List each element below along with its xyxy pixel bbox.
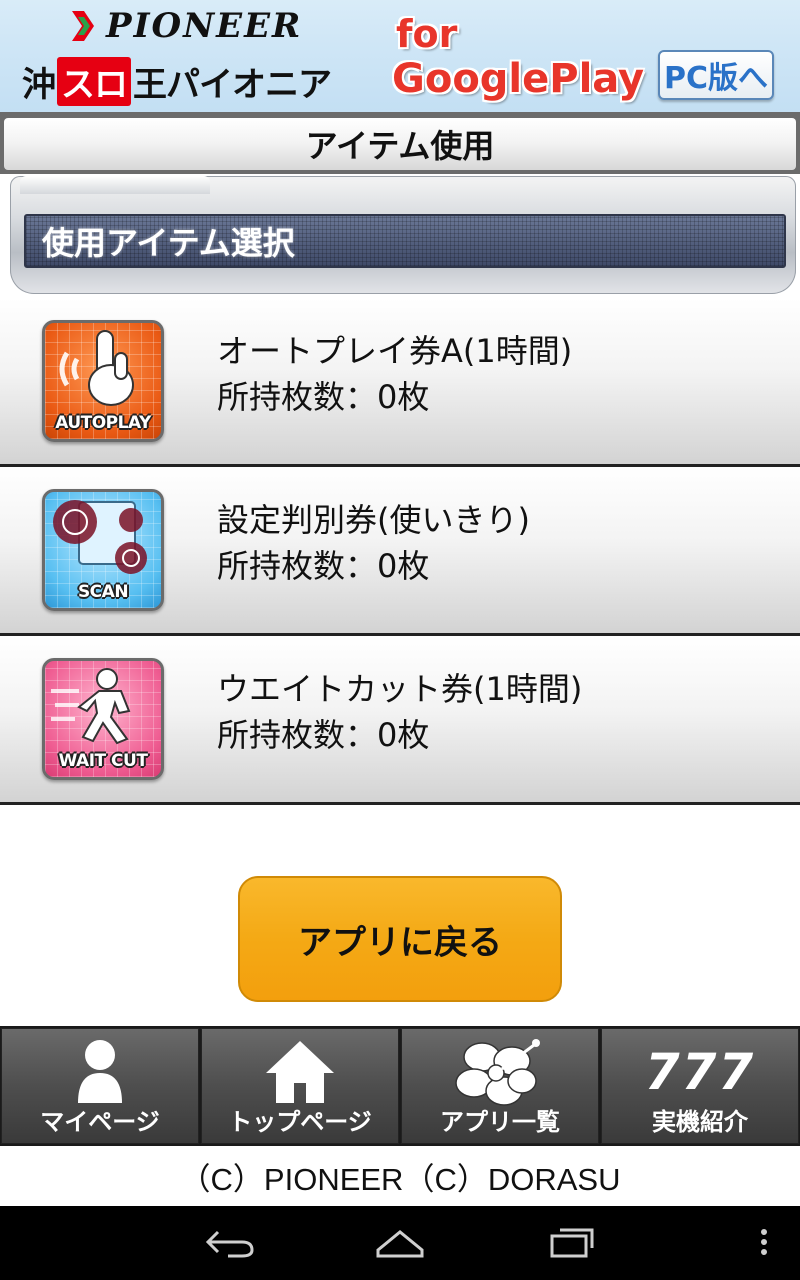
brand-name: 沖スロ 王パイオニア [22, 56, 332, 106]
seven-seven-seven-icon: 777 [645, 1043, 755, 1101]
svg-text:777: 777 [645, 1043, 755, 1101]
nav-item-toppage[interactable]: トップページ [201, 1028, 399, 1144]
nav-item-mypage[interactable]: マイページ [1, 1028, 199, 1144]
item-name: 設定判別券(使いきり) [217, 501, 530, 539]
nav-label: 実機紹介 [652, 1108, 748, 1136]
item-count: 所持枚数：0枚 [217, 378, 430, 416]
list-item[interactable]: AUTOPLAY オートプレイ券A(1時間) 所持枚数：0枚 [0, 298, 800, 467]
brand-name-part: 沖 [22, 64, 56, 105]
icon-caption: AUTOPLAY [55, 413, 151, 433]
nav-label: マイページ [40, 1108, 160, 1136]
wait-cut-icon: WAIT CUT [42, 658, 164, 780]
home-icon [266, 1041, 334, 1103]
section-title: 使用アイテム選択 [24, 214, 786, 268]
pioneer-mark-icon [72, 11, 94, 41]
app-header: PIONEER 沖スロ 王パイオニア for GooglePlay PC版へ [0, 0, 800, 112]
hibiscus-icon [455, 1039, 540, 1106]
brand-name-part-highlight: スロ [57, 56, 131, 106]
metal-panel: 使用アイテム選択 [10, 176, 796, 294]
icon-caption: SCAN [77, 582, 129, 602]
pc-version-button[interactable]: PC版へ [658, 50, 774, 100]
autoplay-icon: AUTOPLAY [42, 320, 164, 442]
menu-dots-icon[interactable] [756, 1226, 772, 1260]
title-bar: アイテム使用 [0, 112, 800, 174]
nav-item-machines[interactable]: 777 実機紹介 [601, 1028, 799, 1144]
scan-icon: SCAN [42, 489, 164, 611]
pioneer-logo: PIONEER [70, 6, 302, 46]
recent-apps-icon[interactable] [546, 1226, 598, 1260]
list-item[interactable]: SCAN 設定判別券(使いきり) 所持枚数：0枚 [0, 467, 800, 636]
list-item[interactable]: WAIT CUT ウエイトカット券(1時間) 所持枚数：0枚 [0, 636, 800, 805]
item-count: 所持枚数：0枚 [217, 547, 430, 585]
googleplay-text: GooglePlay [392, 56, 645, 102]
brand-name-part: 王パイオニア [133, 64, 332, 105]
pioneer-wordmark: PIONEER [106, 6, 303, 46]
for-text: for [396, 12, 458, 56]
bottom-nav: マイページ トップページ アプリ一覧 777 実機紹介 [0, 1026, 800, 1146]
item-name: オートプレイ券A(1時間) [217, 332, 573, 370]
section-header: 使用アイテム選択 [0, 174, 800, 298]
page-title: アイテム使用 [4, 118, 796, 170]
item-name: ウエイトカット券(1時間) [217, 670, 583, 708]
metal-tab [20, 176, 210, 194]
back-icon[interactable] [204, 1226, 256, 1260]
item-count: 所持枚数：0枚 [217, 716, 430, 754]
android-nav-bar [0, 1206, 800, 1280]
for-googleplay-logo: for GooglePlay [392, 12, 644, 108]
nav-label: トップページ [228, 1108, 372, 1136]
nav-item-applist[interactable]: アプリ一覧 [401, 1028, 599, 1144]
icon-caption: WAIT CUT [58, 751, 148, 771]
copyright: （C）PIONEER（C）DORASU [0, 1146, 800, 1206]
nav-label: アプリ一覧 [440, 1108, 560, 1136]
person-icon [78, 1040, 122, 1103]
home-nav-icon[interactable] [374, 1226, 426, 1260]
back-to-app-button[interactable]: アプリに戻る [238, 876, 562, 1002]
item-list: AUTOPLAY オートプレイ券A(1時間) 所持枚数：0枚 SCAN 設定判別… [0, 298, 800, 805]
